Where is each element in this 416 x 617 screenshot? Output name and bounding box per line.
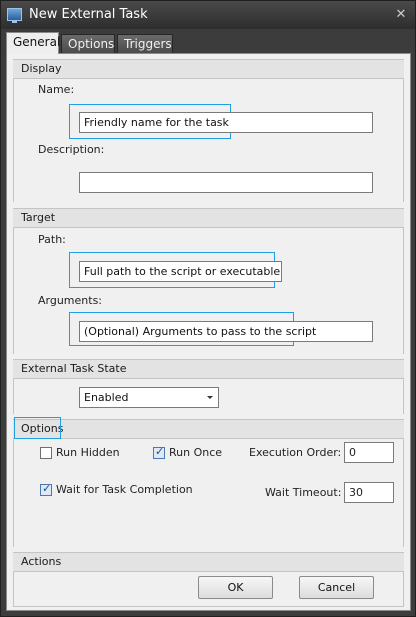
target-section-header: Target [13, 208, 404, 228]
title-bar[interactable]: New External Task ✕ [1, 1, 415, 29]
name-field[interactable]: Friendly name for the task [79, 112, 373, 133]
close-icon[interactable]: ✕ [393, 7, 409, 23]
general-tab-panel: Display Name: Friendly name for the task… [6, 53, 411, 611]
wait-completion-checkbox[interactable] [40, 482, 52, 496]
actions-section-header: Actions [13, 552, 404, 572]
chevron-down-icon [207, 396, 213, 399]
state-section: Enabled [13, 379, 404, 414]
options-section: Run Hidden Run Once Execution Order: 0 W… [13, 439, 404, 547]
wait-timeout-label: Wait Timeout: [265, 486, 342, 499]
run-hidden-label[interactable]: Run Hidden [56, 446, 120, 459]
cancel-button[interactable]: Cancel [299, 576, 374, 599]
state-dropdown[interactable]: Enabled [79, 387, 219, 408]
description-label: Description: [38, 143, 105, 156]
execution-order-label: Execution Order: [249, 446, 342, 459]
display-section-header: Display [13, 59, 404, 79]
description-field[interactable] [79, 172, 373, 193]
path-label: Path: [38, 233, 66, 246]
window-title: New External Task [29, 7, 148, 22]
wait-timeout-field[interactable]: 30 [344, 482, 394, 503]
arguments-label: Arguments: [38, 294, 103, 307]
name-label: Name: [38, 83, 75, 96]
display-section: Name: Friendly name for the task Descrip… [13, 79, 404, 202]
target-section: Path: Full path to the script or executa… [13, 228, 404, 354]
run-hidden-checkbox[interactable] [40, 447, 52, 459]
tab-general[interactable]: General [6, 32, 60, 54]
execution-order-field[interactable]: 0 [344, 442, 394, 463]
run-once-label[interactable]: Run Once [169, 446, 222, 459]
options-section-header: Options [13, 419, 404, 439]
new-external-task-window: New External Task ✕ General Options Trig… [0, 0, 416, 617]
tab-triggers[interactable]: Triggers [117, 34, 173, 53]
tab-options[interactable]: Options [61, 34, 115, 53]
state-section-header: External Task State [13, 359, 404, 379]
arguments-field[interactable]: (Optional) Arguments to pass to the scri… [79, 321, 373, 342]
options-header-highlight [14, 417, 61, 439]
path-field[interactable]: Full path to the script or executable [79, 261, 282, 282]
wait-completion-label[interactable]: Wait for Task Completion [56, 483, 193, 496]
ok-button[interactable]: OK [198, 576, 273, 599]
actions-section: OK Cancel [13, 572, 404, 607]
state-selected-value: Enabled [84, 391, 129, 404]
run-once-checkbox[interactable] [153, 445, 165, 459]
monitor-icon [7, 8, 22, 23]
